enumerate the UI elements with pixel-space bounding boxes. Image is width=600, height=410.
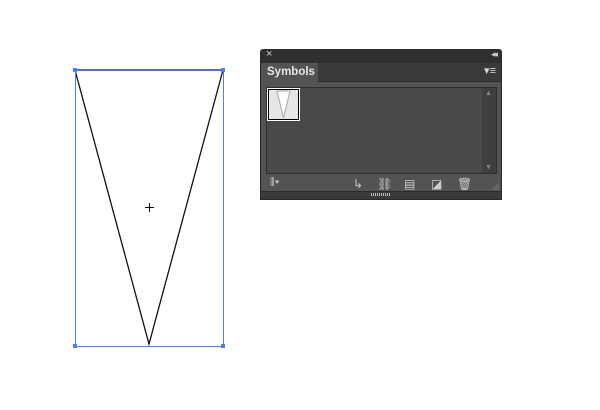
delete-icon[interactable]: 🗑	[457, 177, 472, 191]
symbol-options-icon[interactable]: ▤	[404, 177, 415, 191]
symbol-thumbnail[interactable]	[267, 88, 300, 121]
panel-menu-icon[interactable]: ▾≡	[484, 64, 496, 77]
center-point-icon	[145, 203, 154, 212]
double-chevron-left-icon[interactable]: ◂◂	[491, 49, 498, 60]
symbol-libraries-icon[interactable]: ⫼▾	[270, 177, 279, 188]
scrollbar[interactable]: ▲ ▼	[482, 88, 496, 173]
symbols-panel: × ◂◂ Symbols ▾≡ ▲ ▼ ⫼▾ ↳ ⛓ ▤ ◪ 🗑	[260, 48, 502, 200]
scroll-down-icon[interactable]: ▼	[485, 164, 492, 171]
tab-symbols[interactable]: Symbols	[261, 63, 318, 82]
panel-title-bar[interactable]: × ◂◂	[261, 48, 501, 63]
triangle-symbol-icon	[269, 90, 298, 119]
place-symbol-icon[interactable]: ↳	[353, 177, 363, 191]
grip-icon	[371, 193, 391, 196]
symbols-list: ▲ ▼	[266, 87, 497, 174]
new-symbol-icon[interactable]: ◪	[431, 177, 442, 191]
tab-row: Symbols ▾≡	[261, 63, 501, 82]
panel-bottom-grip[interactable]	[261, 191, 501, 199]
close-icon[interactable]: ×	[266, 48, 272, 60]
scroll-up-icon[interactable]: ▲	[485, 90, 492, 97]
break-link-icon[interactable]: ⛓	[377, 177, 392, 191]
